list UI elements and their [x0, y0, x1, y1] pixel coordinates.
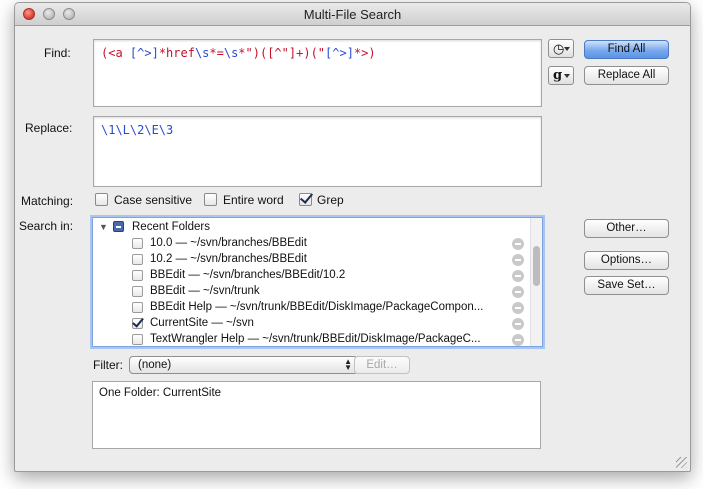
find-token: *= [209, 46, 224, 60]
grep-patterns-button[interactable]: g [548, 66, 574, 85]
list-scrollbar[interactable] [530, 218, 542, 346]
folder-checkbox[interactable] [132, 334, 143, 345]
replace-all-button[interactable]: Replace All [584, 66, 669, 85]
disclosure-triangle-icon[interactable]: ▼ [99, 222, 108, 232]
remove-icon[interactable] [512, 302, 524, 314]
folder-checkbox[interactable] [132, 318, 143, 329]
folder-checkbox[interactable] [132, 254, 143, 265]
case-sensitive-checkbox[interactable] [95, 193, 108, 206]
replace-field[interactable]: \1\L\2\E\3 [93, 116, 542, 187]
find-token: \s [223, 46, 239, 60]
find-token: (" [310, 46, 326, 60]
folder-checkbox[interactable] [132, 270, 143, 281]
folder-label: 10.0 — ~/svn/branches/BBEdit [150, 237, 307, 249]
remove-icon[interactable] [512, 334, 524, 346]
entire-word-label: Entire word [223, 193, 284, 207]
clock-icon: ◷ [553, 41, 565, 56]
folder-checkbox[interactable] [132, 238, 143, 249]
filter-popup[interactable]: (none) ▲ ▼ [129, 356, 358, 374]
grep-checkbox[interactable] [299, 193, 312, 206]
folder-label: 10.2 — ~/svn/branches/BBEdit [150, 253, 307, 265]
multi-file-search-window: Multi-File Search Find: (<a [^>]*href\s*… [14, 2, 691, 472]
options-button[interactable]: Options… [584, 251, 669, 270]
popup-arrows-icon: ▲ ▼ [344, 357, 352, 372]
find-token: (<a [101, 46, 130, 60]
folder-row[interactable]: CurrentSite — ~/svn [93, 316, 530, 332]
folder-row[interactable]: 10.2 — ~/svn/branches/BBEdit [93, 252, 530, 268]
other-button[interactable]: Other… [584, 219, 669, 238]
find-token: [^>] [129, 46, 159, 60]
entire-word-checkbox[interactable] [204, 193, 217, 206]
find-all-button[interactable]: Find All [584, 40, 669, 59]
find-field[interactable]: (<a [^>]*href\s*=\s*")([^"]+)("[^>]*>) [93, 39, 542, 107]
find-token: \s [194, 46, 210, 60]
resize-grip-icon[interactable] [676, 457, 687, 468]
find-token: [^>] [325, 46, 354, 60]
find-label: Find: [44, 46, 71, 60]
find-token: *href [158, 46, 195, 60]
edit-filter-button[interactable]: Edit… [354, 356, 410, 374]
selection-summary: One Folder: CurrentSite [92, 381, 541, 449]
search-in-list[interactable]: ▼ Recent Folders 10.0 — ~/svn/branches/B… [92, 217, 543, 347]
filter-label: Filter: [93, 358, 123, 372]
folder-row[interactable]: TextWrangler Help — ~/svn/trunk/BBEdit/D… [93, 332, 530, 346]
recent-folders-group[interactable]: ▼ Recent Folders [93, 220, 530, 236]
search-in-label: Search in: [19, 219, 74, 233]
g-icon: g [553, 68, 563, 83]
folder-row[interactable]: BBEdit — ~/svn/branches/BBEdit/10.2 [93, 268, 530, 284]
find-token: *") [238, 46, 260, 60]
title-bar: Multi-File Search [15, 3, 690, 26]
remove-icon[interactable] [512, 254, 524, 266]
folder-checkbox[interactable] [132, 286, 143, 297]
find-token: ([^"]+) [259, 46, 311, 60]
folder-row[interactable]: 10.0 — ~/svn/branches/BBEdit [93, 236, 530, 252]
find-token: *>) [353, 46, 376, 60]
replace-label: Replace: [25, 121, 73, 135]
recent-folders-label: Recent Folders [132, 221, 210, 233]
folder-label: TextWrangler Help — ~/svn/trunk/BBEdit/D… [150, 333, 481, 345]
save-set-button[interactable]: Save Set… [584, 276, 669, 295]
scroll-thumb[interactable] [533, 246, 540, 286]
folder-label: BBEdit — ~/svn/trunk [150, 285, 260, 297]
filter-value: (none) [138, 359, 172, 371]
folder-row[interactable]: BBEdit Help — ~/svn/trunk/BBEdit/DiskIma… [93, 300, 530, 316]
case-sensitive-label: Case sensitive [114, 193, 193, 207]
window-title: Multi-File Search [303, 7, 402, 22]
folder-checkbox[interactable] [132, 302, 143, 313]
matching-label: Matching: [21, 194, 74, 208]
remove-icon[interactable] [512, 318, 524, 330]
folder-label: BBEdit Help — ~/svn/trunk/BBEdit/DiskIma… [150, 301, 484, 313]
remove-icon[interactable] [512, 270, 524, 282]
group-mixed-checkbox[interactable] [113, 221, 124, 232]
folder-label: BBEdit — ~/svn/branches/BBEdit/10.2 [150, 269, 346, 281]
remove-icon[interactable] [512, 286, 524, 298]
folder-label: CurrentSite — ~/svn [150, 317, 254, 329]
grep-label: Grep [317, 193, 344, 207]
folder-row[interactable]: BBEdit — ~/svn/trunk [93, 284, 530, 300]
history-button[interactable]: ◷ [548, 39, 574, 58]
remove-icon[interactable] [512, 238, 524, 250]
